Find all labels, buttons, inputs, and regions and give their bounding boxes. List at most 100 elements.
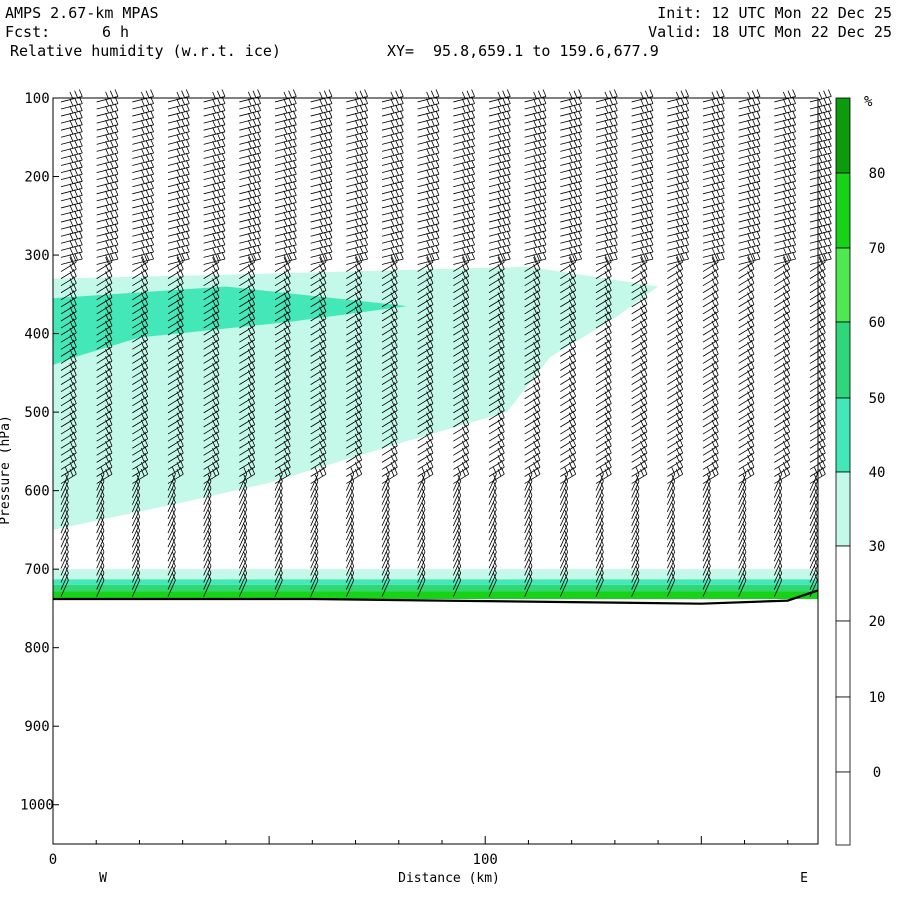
barb-shaft (774, 124, 796, 131)
barb-feather (675, 134, 680, 142)
barb-feather (675, 233, 680, 241)
barb-feather (823, 189, 827, 197)
barb-feather (395, 189, 399, 197)
barb-feather (78, 89, 83, 97)
barb-feather (720, 167, 725, 175)
barb-feather (640, 119, 644, 128)
barb-feather (533, 183, 537, 191)
barb-feather (109, 224, 114, 233)
barb-feather (69, 197, 74, 206)
barb-feather (711, 197, 716, 206)
barb-feather (221, 110, 226, 118)
barb-feather (609, 161, 613, 169)
barb-shaft (381, 530, 390, 548)
barb-shaft (274, 166, 297, 173)
barb-feather (435, 237, 440, 246)
barb-feather (288, 154, 292, 162)
barb-feather (185, 216, 190, 224)
barb-feather (747, 119, 751, 128)
barb-shaft (453, 145, 475, 152)
barb-shaft (310, 544, 319, 562)
barb-shaft (203, 152, 226, 159)
barb-shaft (381, 117, 404, 124)
barb-shaft (381, 124, 404, 131)
barb-shaft (631, 180, 654, 188)
barb-feather (257, 152, 261, 161)
barb-shaft (524, 551, 533, 569)
barb-shaft (381, 110, 404, 117)
barb-shaft (809, 124, 832, 131)
y-tick-label: 900 (24, 719, 49, 735)
barb-feather (288, 168, 292, 176)
barb-feather (720, 181, 725, 189)
barb-shaft (274, 516, 283, 534)
barb-feather (818, 233, 823, 241)
barb-feather (435, 216, 440, 224)
barb-feather (568, 204, 573, 213)
barb-feather (792, 117, 796, 125)
barb-feather (399, 131, 404, 140)
barb-feather (181, 125, 185, 134)
barb-feather (185, 167, 190, 175)
barb-shaft (381, 474, 390, 491)
barb-feather (105, 162, 109, 170)
barb-shaft (809, 180, 832, 188)
barb-shaft (96, 188, 119, 195)
barb-feather (609, 140, 613, 148)
barb-feather (185, 251, 190, 260)
barb-feather (471, 216, 475, 224)
barb-feather (212, 233, 216, 241)
barb-feather (604, 190, 609, 198)
barb-shaft (167, 509, 176, 527)
barb-shaft (345, 523, 355, 541)
barb-feather (319, 197, 323, 206)
y-tick-label: 600 (24, 484, 49, 500)
barb-shaft (488, 244, 511, 251)
barb-feather (354, 183, 359, 191)
barb-feather (609, 154, 613, 162)
barb-shaft (203, 195, 226, 202)
barb-feather (399, 251, 404, 260)
barb-shaft (132, 202, 154, 209)
barb-feather (497, 112, 502, 121)
barb-feather (364, 181, 368, 189)
barb-feather (787, 90, 792, 98)
barb-feather (390, 112, 395, 121)
barb-shaft (274, 495, 283, 512)
barb-shaft (310, 530, 319, 548)
barb-shaft (167, 195, 190, 202)
barb-shaft (524, 152, 547, 159)
barb-shaft (239, 237, 261, 244)
barb-shaft (239, 230, 261, 237)
barb-feather (533, 169, 537, 177)
barb-feather (257, 188, 261, 196)
barb-feather (323, 90, 328, 98)
barb-shaft (417, 188, 440, 195)
barb-shaft (488, 103, 511, 110)
barb-shaft (203, 188, 226, 195)
barb-feather (78, 174, 83, 182)
barb-shaft (595, 251, 618, 258)
barb-feather (568, 190, 573, 198)
barb-shaft (381, 481, 390, 498)
barb-feather (818, 204, 823, 213)
barb-shaft (417, 124, 440, 131)
y-axis-title: Pressure (hPa) (0, 415, 13, 525)
barb-feather (283, 119, 288, 128)
barb-shaft (239, 180, 261, 188)
barb-feather (359, 140, 364, 148)
barb-feather (497, 169, 502, 177)
barb-feather (685, 251, 689, 260)
barb-feather (399, 117, 404, 125)
barb-feather (354, 105, 359, 114)
barb-feather (675, 226, 680, 234)
barb-feather (145, 111, 150, 120)
barb-feather (185, 117, 190, 125)
barb-shaft (488, 230, 511, 237)
humidity-shading (53, 266, 818, 599)
barb-shaft (488, 96, 511, 103)
barb-shaft (809, 159, 832, 166)
barb-feather (140, 197, 145, 206)
barb-feather (818, 155, 823, 163)
barb-feather (497, 134, 502, 142)
